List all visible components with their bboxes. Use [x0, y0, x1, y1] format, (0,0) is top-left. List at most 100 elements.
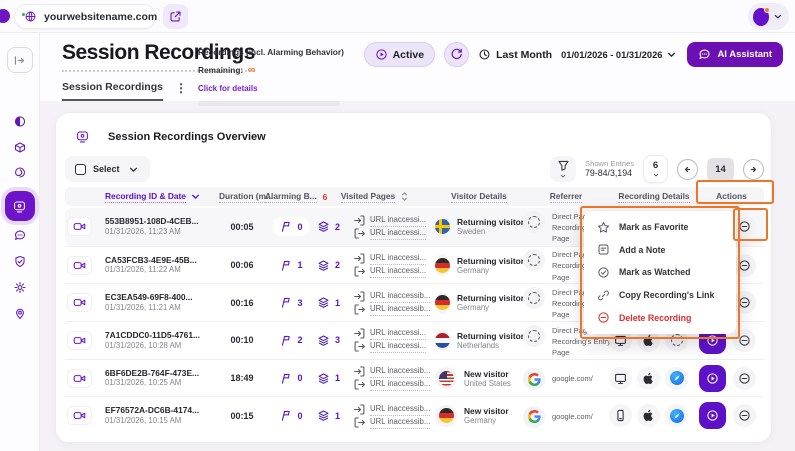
refresh-button[interactable] [444, 42, 469, 67]
exit-url[interactable]: URL inaccessib... [370, 303, 430, 316]
entry-url[interactable]: URL inaccessib... [370, 365, 430, 378]
sidebar-item-security[interactable] [13, 255, 26, 268]
select-checkbox[interactable] [75, 164, 86, 175]
sidebar-item-session-recordings[interactable] [5, 191, 35, 221]
row-actions-button[interactable] [733, 291, 756, 314]
pages-count: 1 [317, 409, 353, 422]
status-dot [21, 12, 26, 17]
current-page[interactable]: 14 [707, 158, 734, 181]
menu-item-mark-watched[interactable]: Mark as Watched [584, 266, 736, 279]
exit-url[interactable]: URL inaccessi... [370, 340, 426, 353]
user-menu[interactable] [748, 3, 789, 30]
recording-date: 01/31/2026, 11:23 AM [105, 227, 219, 237]
entry-url[interactable]: URL inaccessib... [370, 403, 430, 416]
menu-item-copy-link[interactable]: Copy Recording's Link [584, 289, 736, 302]
sort-icon[interactable] [398, 190, 411, 203]
exit-url[interactable]: URL inaccessi... [370, 227, 426, 240]
visitor-type: Returning visitor [457, 256, 524, 266]
layers-icon [317, 372, 330, 385]
menu-item-mark-favorite[interactable]: Mark as Favorite [584, 221, 736, 234]
page-size-select[interactable]: 6 [643, 155, 668, 183]
sidebar-item-settings[interactable] [13, 281, 26, 294]
period-selector[interactable]: Last Month [478, 48, 552, 61]
dashboard-icon [13, 115, 26, 128]
tab-session-recordings[interactable]: Session Recordings [62, 81, 163, 101]
table-row[interactable]: EF76572A-DC6B-4174...01/31/2026, 10:15 A… [65, 396, 764, 434]
row-actions-button[interactable] [733, 329, 756, 352]
row-actions-button[interactable] [733, 254, 756, 277]
google-referrer-icon [523, 368, 545, 390]
collapse-icon [13, 54, 26, 67]
feedback-bubble-icon [13, 229, 26, 242]
swirl-icon [13, 166, 26, 179]
alarming-count: 0 [279, 409, 302, 422]
column-alarming[interactable]: Alarming B... 6 [265, 190, 317, 203]
open-website-button[interactable] [163, 4, 188, 29]
entry-url[interactable]: URL inaccessib... [370, 290, 430, 303]
select-all-control[interactable]: Select [65, 156, 150, 182]
filter-button[interactable] [550, 156, 576, 182]
date-range-picker[interactable]: 01/01/2026 - 01/31/2026 [561, 48, 678, 61]
recording-id: CA53FCB3-4E9E-45B... [105, 255, 219, 266]
sidebar-item-feedback[interactable] [13, 229, 26, 242]
visitor-country: United States [464, 379, 511, 388]
exit-url[interactable]: URL inaccessib... [370, 378, 430, 391]
chevron-down-icon [127, 163, 140, 176]
previous-page-button[interactable] [677, 159, 698, 180]
sidebar-item-heatmaps[interactable] [13, 166, 26, 179]
recording-id: EC3EA549-69F8-400... [105, 292, 219, 303]
column-visited-pages[interactable]: Visited Pages [317, 190, 435, 203]
play-recording-button[interactable] [699, 365, 726, 392]
os-apple-icon [637, 404, 660, 427]
entry-url[interactable]: URL inaccessi... [370, 327, 426, 340]
country-flag-germany [435, 292, 450, 314]
referrer-text: google.com/ [552, 373, 593, 384]
layers-icon [317, 259, 330, 272]
shield-check-icon [13, 255, 26, 268]
next-page-button[interactable] [743, 159, 764, 180]
sidebar-item-dashboard[interactable] [13, 115, 26, 128]
google-referrer-icon [523, 406, 545, 428]
tab-options-kebab[interactable]: ⋮ [175, 81, 187, 101]
entry-url[interactable]: URL inaccessi... [370, 252, 426, 265]
ai-assistant-button[interactable]: AI Assistant [687, 42, 783, 67]
active-filter-button[interactable]: Active [364, 42, 436, 67]
duration-value: 00:10 [219, 335, 265, 345]
details-link[interactable]: Click for details [198, 84, 258, 93]
play-recording-button[interactable] [699, 402, 726, 429]
table-row[interactable]: 6BF6DE2B-764F-473E...01/31/2026, 10:25 A… [65, 359, 764, 397]
entry-url[interactable]: URL inaccessi... [370, 214, 426, 227]
visitor-type: Returning visitor [457, 331, 524, 341]
menu-item-delete-recording[interactable]: Delete Recording [584, 311, 736, 324]
flag-icon [279, 409, 292, 422]
country-flag-sweden [435, 216, 450, 238]
website-selector[interactable]: yourwebsitename.com [14, 4, 156, 29]
menu-item-add-note[interactable]: Add a Note [584, 243, 736, 256]
layers-icon [317, 220, 330, 233]
chat-icon [698, 48, 711, 61]
sidebar-item-visitors[interactable] [13, 307, 26, 320]
remaining-label: Recordings (incl. Alarming Behavior) Rem… [198, 47, 344, 75]
entry-page-icon [353, 365, 366, 378]
card-title: Session Recordings Overview [108, 131, 266, 143]
app-logo [0, 9, 10, 23]
flag-icon [279, 296, 292, 309]
sidebar-item-products[interactable] [13, 141, 26, 154]
column-duration[interactable]: Duration (m... [219, 190, 265, 203]
link-icon [597, 289, 610, 302]
recording-date: 01/31/2026, 10:25 AM [105, 378, 219, 388]
device-mobile-icon [609, 404, 632, 427]
visitor-country: Sweden [457, 227, 524, 236]
row-actions-button[interactable] [733, 367, 756, 390]
exit-url[interactable]: URL inaccessi... [370, 265, 426, 278]
row-actions-button[interactable] [733, 215, 756, 238]
row-actions-button[interactable] [733, 404, 756, 427]
layers-icon [317, 334, 330, 347]
column-recording-id[interactable]: Recording ID & Date [97, 190, 219, 203]
website-name: yourwebsitename.com [44, 11, 157, 23]
sidebar-collapse-button[interactable] [7, 47, 33, 73]
period-label: Last Month [496, 49, 552, 61]
exit-url[interactable]: URL inaccessib... [370, 416, 430, 429]
os-apple-icon [637, 367, 660, 390]
avatar [753, 8, 769, 26]
